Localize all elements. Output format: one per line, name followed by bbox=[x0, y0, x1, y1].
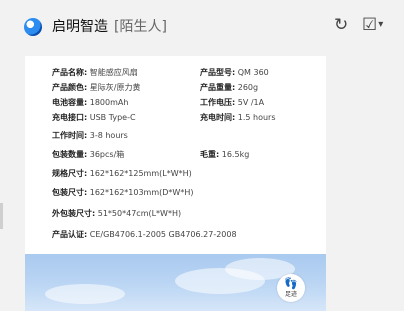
spec-value: 1.5 hours bbox=[237, 113, 276, 122]
spec-value: 1800mAh bbox=[89, 98, 129, 107]
spec-value: QM 360 bbox=[237, 68, 269, 77]
spec-row: 电池容量: 1800mAh bbox=[52, 97, 128, 108]
spec-label: 规格尺寸: bbox=[52, 169, 88, 178]
spec-label: 工作电压: bbox=[200, 98, 236, 107]
refresh-icon[interactable]: ↻ bbox=[334, 14, 348, 36]
spec-row: 毛重: 16.5kg bbox=[200, 149, 249, 160]
spec-value: 星际灰/原力黄 bbox=[89, 83, 141, 92]
select-button[interactable]: ☑▾ bbox=[362, 14, 383, 36]
spec-value: 3-8 hours bbox=[89, 131, 128, 140]
shop-name: 启明智造 bbox=[52, 19, 108, 35]
spec-label: 产品重量: bbox=[200, 83, 236, 92]
spec-row: 充电时间: 1.5 hours bbox=[200, 112, 276, 123]
spec-label: 充电接口: bbox=[52, 113, 88, 122]
spec-value: 5V /1A bbox=[237, 98, 265, 107]
chat-header: 启明智造 [陌生人] ↻ ☑▾ bbox=[0, 0, 404, 56]
spec-label: 包装数量: bbox=[52, 150, 88, 159]
spec-row: 产品认证: CE/GB4706.1-2005 GB4706.27-2008 bbox=[52, 229, 237, 240]
spec-row: 工作时间: 3-8 hours bbox=[52, 130, 128, 141]
spec-label: 产品认证: bbox=[52, 230, 88, 239]
spec-value: CE/GB4706.1-2005 GB4706.27-2008 bbox=[89, 230, 237, 239]
spec-value: 36pcs/箱 bbox=[89, 150, 125, 159]
footprint-icon: 👣 bbox=[284, 277, 298, 290]
spec-value: USB Type-C bbox=[89, 113, 136, 122]
spec-label: 工作时间: bbox=[52, 131, 88, 140]
spec-row: 包装数量: 36pcs/箱 bbox=[52, 149, 124, 160]
spec-label: 毛重: bbox=[200, 150, 220, 159]
footprint-button[interactable]: 👣 足迹 bbox=[277, 274, 305, 302]
spec-label: 包装尺寸: bbox=[52, 188, 88, 197]
spec-row: 产品重量: 260g bbox=[200, 82, 258, 93]
spec-value: 16.5kg bbox=[221, 150, 250, 159]
spec-value: 260g bbox=[237, 83, 259, 92]
spec-row: 外包装尺寸: 51*50*47cm(L*W*H) bbox=[52, 208, 181, 219]
spec-row: 充电接口: USB Type-C bbox=[52, 112, 136, 123]
spec-label: 电池容量: bbox=[52, 98, 88, 107]
spec-value: 162*162*125mm(L*W*H) bbox=[89, 169, 192, 178]
spec-label: 产品颜色: bbox=[52, 83, 88, 92]
spec-label: 产品型号: bbox=[200, 68, 236, 77]
cloud-shape bbox=[45, 284, 125, 304]
side-collapse-handle[interactable] bbox=[0, 203, 3, 229]
spec-row: 产品型号: QM 360 bbox=[200, 67, 269, 78]
spec-value: 51*50*47cm(L*W*H) bbox=[97, 209, 182, 218]
spec-row: 产品颜色: 星际灰/原力黄 bbox=[52, 82, 140, 93]
stranger-tag: [陌生人] bbox=[114, 19, 167, 35]
spec-value: 162*162*103mm(D*W*H) bbox=[89, 188, 194, 197]
spec-label: 充电时间: bbox=[200, 113, 236, 122]
spec-label: 产品名称: bbox=[52, 68, 88, 77]
chevron-down-icon: ▾ bbox=[378, 19, 384, 30]
chat-scrollbar[interactable] bbox=[394, 56, 400, 306]
spec-row: 规格尺寸: 162*162*125mm(L*W*H) bbox=[52, 168, 192, 179]
chat-title: 启明智造 [陌生人] bbox=[52, 16, 167, 36]
spec-row: 产品名称: 智能感应风扇 bbox=[52, 67, 138, 78]
shop-avatar-icon[interactable] bbox=[24, 18, 42, 36]
checkbox-icon: ☑ bbox=[362, 15, 378, 35]
product-detail-card: 产品名称: 智能感应风扇 产品型号: QM 360 产品颜色: 星际灰/原力黄 … bbox=[25, 56, 326, 311]
spec-row: 包装尺寸: 162*162*103mm(D*W*H) bbox=[52, 187, 193, 198]
spec-row: 工作电压: 5V /1A bbox=[200, 97, 264, 108]
footprint-label: 足迹 bbox=[284, 291, 297, 298]
spec-value: 智能感应风扇 bbox=[89, 68, 138, 77]
spec-label: 外包装尺寸: bbox=[52, 209, 96, 218]
